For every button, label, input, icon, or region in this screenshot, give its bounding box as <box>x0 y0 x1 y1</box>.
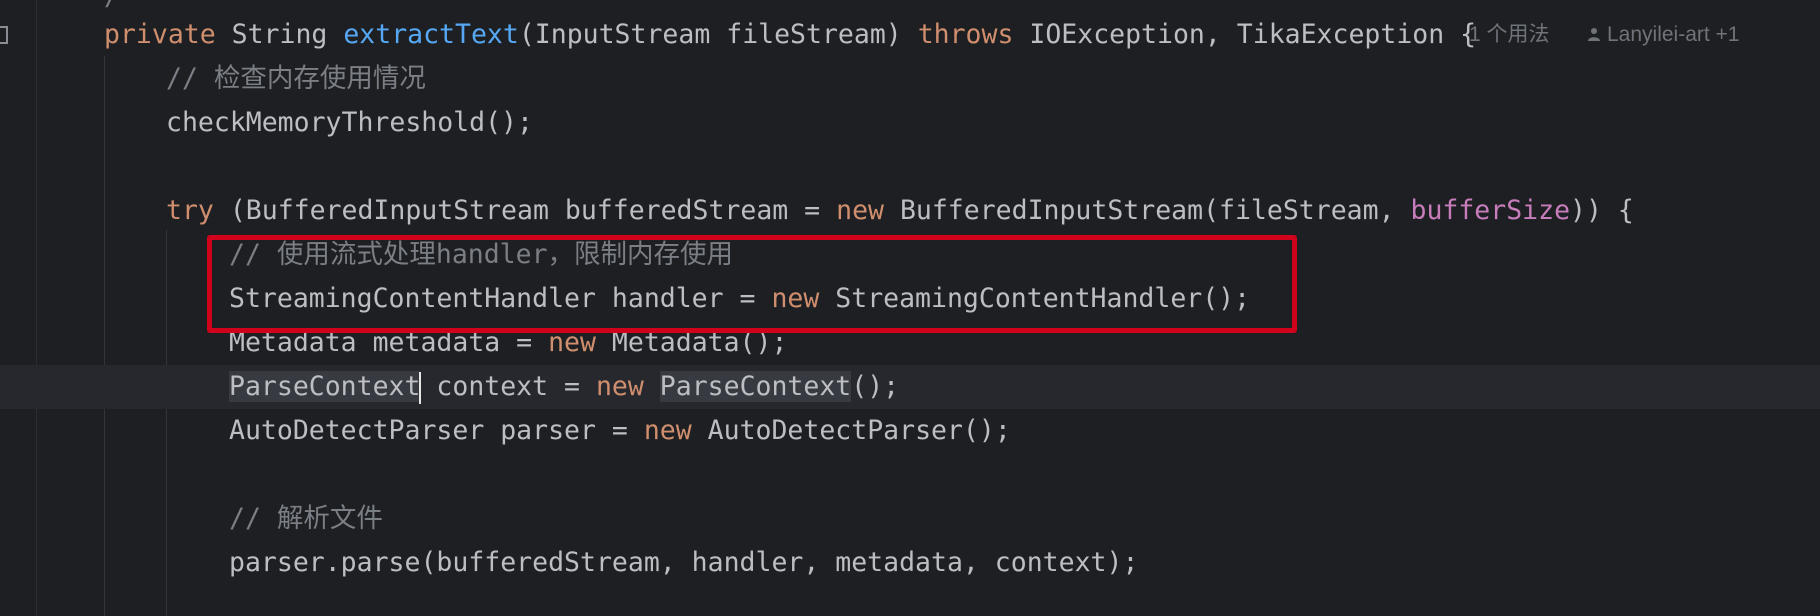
method-params: (InputStream fileStream) <box>518 19 918 50</box>
person-icon <box>1588 27 1600 41</box>
code-line-comment[interactable]: // 使用流式处理handler，限制内存使用 <box>0 233 733 277</box>
keyword-throws: throws <box>917 19 1014 50</box>
highlighted-type: ParseContext <box>229 371 421 402</box>
code-line-comment[interactable]: // 检查内存使用情况 <box>0 57 426 101</box>
code-line-parser-decl[interactable]: AutoDetectParser parser = new AutoDetect… <box>0 409 1011 453</box>
partial-comment-fragment: / <box>104 0 120 12</box>
code-line-call[interactable]: checkMemoryThreshold(); <box>0 101 533 145</box>
method-name: extractText <box>343 19 519 50</box>
constructor-call: BufferedInputStream(fileStream, <box>883 195 1411 226</box>
keyword-new: new <box>643 415 692 446</box>
highlighted-constructor: ParseContext <box>659 371 852 402</box>
author-inlay-hint[interactable]: Lanyilei-art +1 <box>1587 13 1740 57</box>
usages-inlay-hint[interactable]: 1 个用法 <box>1469 13 1550 57</box>
constructor-call: AutoDetectParser(); <box>691 415 1011 446</box>
keyword-new: new <box>595 371 644 402</box>
code-line-handler-decl[interactable]: StreamingContentHandler handler = new St… <box>0 277 1250 321</box>
author-inlay-label: Lanyilei-art +1 <box>1607 23 1740 46</box>
code-line-current[interactable]: ParseContext context = new ParseContext(… <box>0 365 1820 409</box>
keyword-private: private <box>104 19 216 50</box>
variable-decl: context = <box>420 371 596 402</box>
code-line-metadata-decl[interactable]: Metadata metadata = new Metadata(); <box>0 321 787 365</box>
annotation-highlight-box <box>207 235 1297 333</box>
variable-decl: AutoDetectParser parser = <box>229 415 644 446</box>
keyword-try: try <box>166 195 214 226</box>
code-line-comment[interactable]: // 解析文件 <box>0 497 383 541</box>
code-line-try[interactable]: try (BufferedInputStream bufferedStream … <box>0 189 1634 233</box>
comment-text: // 解析文件 <box>229 503 383 534</box>
try-resource-decl: (BufferedInputStream bufferedStream = <box>213 195 837 226</box>
code-line-method-signature[interactable]: private String extractText(InputStream f… <box>0 13 1740 57</box>
indent-guide <box>104 56 105 616</box>
constructor-args: (); <box>851 371 900 402</box>
comment-text: // 检查内存使用情况 <box>166 63 426 94</box>
closing-parens: )) { <box>1570 195 1634 226</box>
method-call: checkMemoryThreshold(); <box>166 107 533 138</box>
return-type: String <box>215 19 344 50</box>
keyword-new: new <box>836 195 884 226</box>
exception-list: IOException, TikaException { <box>1013 19 1477 50</box>
field-reference: bufferSize <box>1410 195 1571 226</box>
code-editor[interactable]: / private String extractText(InputStream… <box>0 0 1820 616</box>
method-call: parser.parse(bufferedStream, handler, me… <box>229 547 1139 578</box>
indent-guide <box>166 230 167 616</box>
code-line-parse-call[interactable]: parser.parse(bufferedStream, handler, me… <box>0 541 1138 585</box>
